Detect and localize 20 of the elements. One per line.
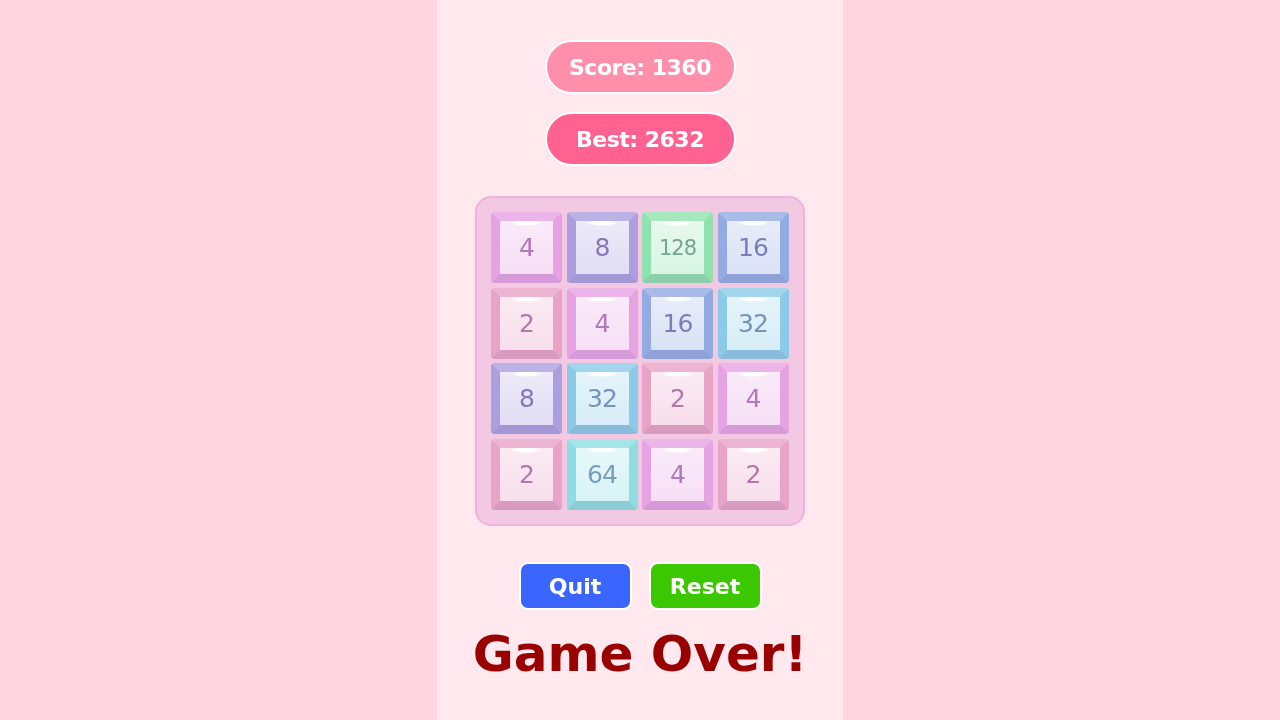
number-tile: 32: [566, 363, 638, 434]
number-tile: 8: [566, 212, 638, 283]
game-over-message: Game Over!: [472, 624, 808, 684]
best-label: Best: 2632: [544, 112, 736, 166]
number-tile: 16: [642, 287, 713, 359]
number-tile: 8: [491, 363, 562, 434]
number-tile: 2: [642, 363, 713, 434]
number-tile: 4: [717, 363, 789, 434]
number-tile: 4: [491, 212, 562, 283]
score-label: Score: 1360: [544, 40, 736, 94]
number-tile: 2: [491, 287, 562, 359]
number-tile: 2: [717, 438, 789, 510]
number-tile: 32: [717, 287, 789, 359]
quit-button[interactable]: Quit: [518, 562, 632, 610]
number-tile: 4: [566, 287, 638, 359]
number-tile: 16: [717, 212, 789, 283]
number-tile: 2: [491, 438, 562, 510]
number-tile: 64: [566, 438, 638, 510]
number-tile: 128: [642, 212, 713, 283]
number-tile: 4: [642, 438, 713, 510]
